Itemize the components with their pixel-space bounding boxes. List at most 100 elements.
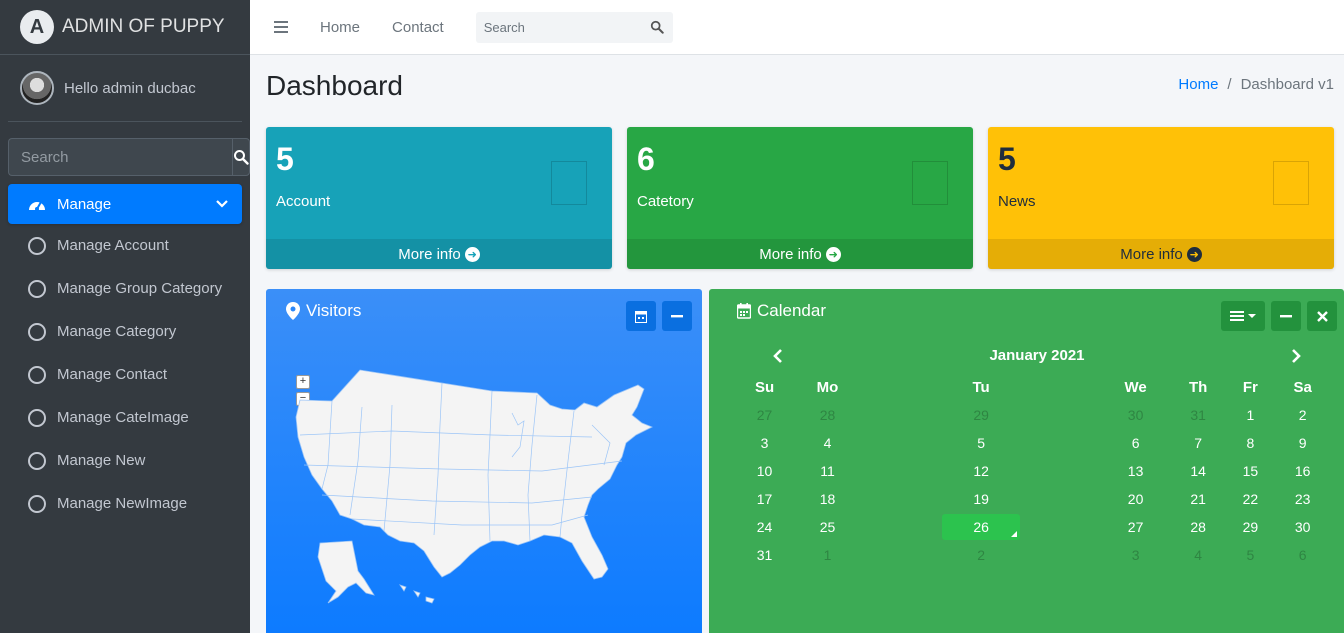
calendar-day[interactable]: 13 [1101,457,1170,485]
calendar-day[interactable]: 5 [1226,541,1274,569]
sidebar-item-manage-new[interactable]: Manage New [0,439,250,482]
card-header: Calendar [737,301,826,321]
calendar-day[interactable]: 9 [1274,429,1331,457]
sidebar-item-label: Manage CateImage [57,409,189,426]
calendar-day[interactable]: 27 [1101,513,1170,541]
calendar-day[interactable]: 3 [735,429,794,457]
breadcrumb-home-link[interactable]: Home [1178,76,1218,93]
tachometer-icon [29,201,45,211]
calendar-week-row: 24 25 26 27 28 29 30 [735,513,1331,541]
calendar-day[interactable]: 20 [1101,485,1170,513]
card-tools [1221,301,1337,331]
sidebar-item-manage-newimage[interactable]: Manage NewImage [0,482,250,525]
nav-link-contact[interactable]: Contact [392,19,444,36]
calendar-day[interactable]: 17 [735,485,794,513]
sidebar-item-manage[interactable]: Manage [8,184,242,224]
calendar-day[interactable]: 6 [1274,541,1331,569]
remove-button[interactable] [1307,301,1337,331]
sidebar-item-manage-contact[interactable]: Manage Contact [0,353,250,396]
stat-label: News [998,193,1036,210]
more-info-label: More info [759,245,822,263]
calendar-day[interactable]: 2 [1274,401,1331,429]
calendar-day[interactable]: 8 [1226,429,1274,457]
collapse-button[interactable] [662,301,692,331]
more-info-link[interactable]: More info ➜ [988,239,1334,269]
more-info-link[interactable]: More info ➜ [627,239,973,269]
breadcrumb-separator: / [1227,76,1232,93]
calendar-nav: January 2021 [737,347,1329,364]
calendar-day[interactable]: 27 [735,401,794,429]
calendar-month-label[interactable]: January 2021 [989,347,1084,364]
more-info-link[interactable]: More info ➜ [266,239,612,269]
sidebar-item-manage-category[interactable]: Manage Category [0,310,250,353]
calendar-day[interactable]: 21 [1170,485,1226,513]
calendar-menu-dropdown[interactable] [1221,301,1265,331]
arrow-circle-right-icon: ➜ [1186,246,1202,262]
menu-toggle-icon[interactable] [274,18,288,36]
user-panel[interactable]: Hello admin ducbac [8,55,242,122]
calendar-day[interactable]: 15 [1226,457,1274,485]
stat-box-account: 5 Account More info ➜ [266,127,612,269]
chevron-right-icon[interactable] [1289,348,1303,364]
calendar-day[interactable]: 31 [735,541,794,569]
calendar-day[interactable]: 29 [861,401,1101,429]
calendar-day[interactable]: 6 [1101,429,1170,457]
calendar-day[interactable]: 1 [1226,401,1274,429]
calendar-day[interactable]: 28 [794,401,861,429]
calendar-day-today[interactable]: 26 [861,513,1101,541]
stat-value: 5 [276,141,294,177]
stat-icon [551,161,587,205]
calendar-day[interactable]: 4 [1170,541,1226,569]
calendar-day[interactable]: 5 [861,429,1101,457]
sidebar-item-manage-account[interactable]: Manage Account [0,224,250,267]
caret-down-icon [1248,314,1256,318]
calendar-day[interactable]: 1 [794,541,861,569]
calendar-day[interactable]: 24 [735,513,794,541]
sidebar-item-manage-cateimage[interactable]: Manage CateImage [0,396,250,439]
collapse-button[interactable] [1271,301,1301,331]
calendar-day[interactable]: 14 [1170,457,1226,485]
avatar [20,71,54,105]
date-range-button[interactable] [626,301,656,331]
calendar-day[interactable]: 10 [735,457,794,485]
chevron-left-icon[interactable] [771,348,785,364]
navbar-search-button[interactable] [641,12,673,43]
calendar-day[interactable]: 16 [1274,457,1331,485]
calendar-icon [737,303,751,319]
calendar-day[interactable]: 23 [1274,485,1331,513]
circle-icon [28,408,46,427]
calendar-day[interactable]: 30 [1274,513,1331,541]
calendar-day[interactable]: 30 [1101,401,1170,429]
minus-icon [1280,315,1292,318]
calendar-day[interactable]: 31 [1170,401,1226,429]
user-greeting: Hello admin ducbac [64,79,196,97]
calendar-day[interactable]: 11 [794,457,861,485]
stat-value: 5 [998,141,1016,177]
weekday-label: Tu [972,378,990,396]
calendar-day[interactable]: 25 [794,513,861,541]
stat-icon [912,161,948,205]
weekday-label: Mo [816,378,839,396]
map-marker-icon [286,302,300,320]
calendar-day[interactable]: 19 [861,485,1101,513]
brand-link[interactable]: A ADMIN OF PUPPY [0,0,250,55]
close-icon [1316,310,1328,322]
nav-link-home[interactable]: Home [320,19,360,36]
calendar-day[interactable]: 3 [1101,541,1170,569]
search-icon [650,20,664,34]
sidebar-search-button[interactable] [232,138,250,176]
calendar-day[interactable]: 4 [794,429,861,457]
usa-map[interactable] [292,365,672,615]
calendar-day[interactable]: 7 [1170,429,1226,457]
sidebar-search-input[interactable] [8,138,232,176]
calendar-day[interactable]: 29 [1226,513,1274,541]
calendar-day[interactable]: 28 [1170,513,1226,541]
navbar-search-input[interactable] [475,11,641,43]
calendar-day[interactable]: 22 [1226,485,1274,513]
sidebar-item-manage-group-category[interactable]: Manage Group Category [0,267,250,310]
calendar-day[interactable]: 2 [861,541,1101,569]
calendar-day[interactable]: 18 [794,485,861,513]
calendar-day[interactable]: 12 [861,457,1101,485]
map-region-alaska [317,540,375,604]
breadcrumb-current: Dashboard v1 [1240,76,1334,93]
